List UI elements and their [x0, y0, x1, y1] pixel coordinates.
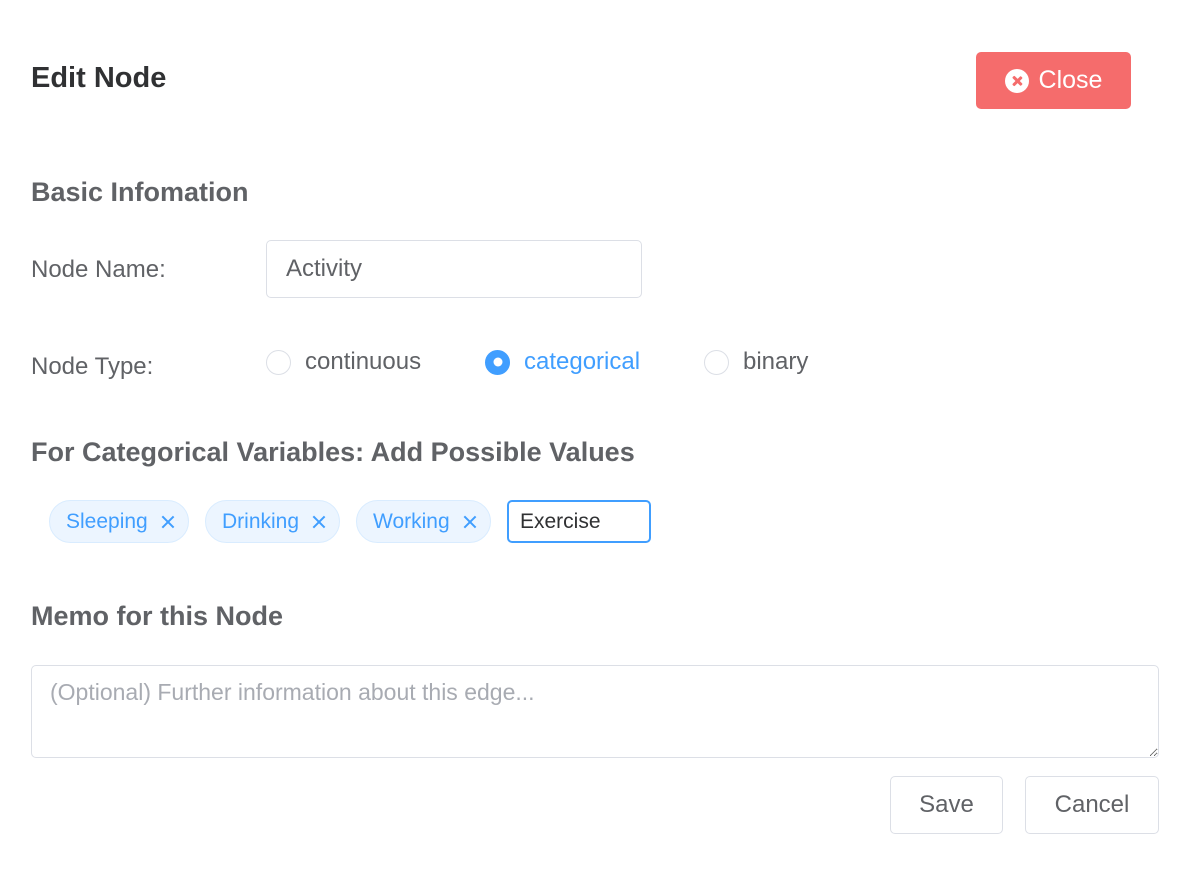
dialog-title: Edit Node — [31, 62, 167, 94]
basic-info-heading: Basic Infomation — [31, 177, 249, 207]
radio-circle-icon — [704, 349, 729, 375]
close-button[interactable]: Close — [976, 52, 1131, 109]
tag-remove-icon[interactable] — [160, 514, 176, 530]
value-tag-working: Working — [356, 500, 491, 543]
node-type-label: Node Type: — [31, 353, 154, 380]
cancel-button[interactable]: Cancel — [1025, 776, 1159, 834]
value-tag-drinking: Drinking — [205, 500, 341, 543]
radio-label-binary: binary — [743, 348, 809, 375]
radio-binary[interactable]: binary — [704, 348, 808, 376]
value-tag-label: Drinking — [222, 509, 300, 533]
radio-categorical[interactable]: categorical — [485, 348, 640, 376]
value-tag-label: Working — [373, 509, 450, 533]
radio-label-continuous: continuous — [305, 348, 422, 375]
close-button-label: Close — [1038, 66, 1103, 94]
close-circle-icon — [1004, 68, 1029, 93]
node-name-label: Node Name: — [31, 256, 166, 283]
new-value-input[interactable] — [507, 500, 651, 543]
tag-remove-icon[interactable] — [462, 514, 478, 530]
radio-circle-icon — [266, 349, 291, 375]
value-tag-label: Sleeping — [66, 509, 148, 533]
radio-label-categorical: categorical — [524, 348, 641, 375]
memo-textarea[interactable] — [31, 665, 1159, 758]
tag-remove-icon[interactable] — [311, 514, 327, 530]
categorical-values-heading: For Categorical Variables: Add Possible … — [31, 437, 635, 467]
radio-continuous[interactable]: continuous — [266, 348, 421, 376]
radio-circle-checked-icon — [485, 349, 510, 375]
memo-heading: Memo for this Node — [31, 601, 284, 631]
node-name-input[interactable] — [266, 240, 642, 298]
save-button[interactable]: Save — [890, 776, 1003, 834]
value-tag-sleeping: Sleeping — [49, 500, 189, 543]
